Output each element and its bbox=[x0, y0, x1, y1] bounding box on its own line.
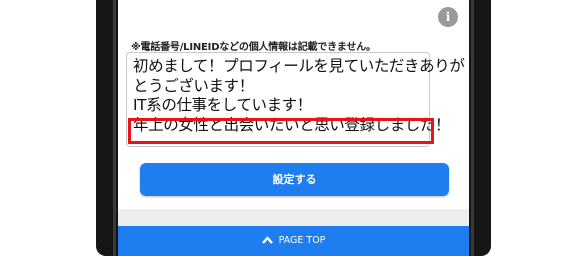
message-line: とうございます！ bbox=[133, 76, 254, 95]
stage: i ※電話番号/LINEIDなどの個人情報は記載できません。 初めまして！プロフ… bbox=[0, 0, 587, 256]
phone-frame-right bbox=[469, 0, 491, 256]
message-line: IT系の仕事をしています！ bbox=[133, 96, 312, 114]
page-top-button[interactable]: PAGE TOP bbox=[118, 226, 469, 256]
submit-button[interactable]: 設定する bbox=[140, 163, 449, 196]
message-line: 年上の女性と出会いたいと思い登録しました！ bbox=[133, 115, 451, 134]
footer-spacer bbox=[118, 209, 469, 226]
info-icon[interactable]: i bbox=[438, 7, 458, 27]
phone-screen: i ※電話番号/LINEIDなどの個人情報は記載できません。 初めまして！プロフ… bbox=[118, 0, 469, 256]
personal-info-notice: ※電話番号/LINEIDなどの個人情報は記載できません。 bbox=[131, 42, 376, 53]
chevron-up-icon bbox=[261, 236, 273, 244]
page-top-content: PAGE TOP bbox=[118, 235, 469, 246]
self-introduction-textarea[interactable]: 初めまして！プロフィールを見ていただきありが とうございます！ IT系の仕事をし… bbox=[126, 52, 465, 147]
phone-frame-left bbox=[96, 0, 118, 256]
message-line: 初めまして！プロフィールを見ていただきありが bbox=[133, 57, 465, 75]
page-top-label: PAGE TOP bbox=[278, 235, 326, 246]
